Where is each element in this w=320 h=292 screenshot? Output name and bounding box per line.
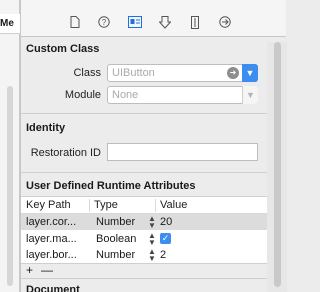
- section-divider: [21, 113, 267, 114]
- key-path-cell[interactable]: layer.ma...: [26, 233, 90, 245]
- help-icon[interactable]: ?: [97, 15, 111, 29]
- column-separator: [89, 199, 90, 212]
- tab-bar-divider: [20, 0, 21, 37]
- add-remove-bar: + —: [21, 263, 267, 277]
- inspector-tab-bar: ?: [20, 0, 286, 37]
- table-row[interactable]: layer.cor... Number ▲ ▼ 20: [21, 214, 267, 230]
- class-combo-box[interactable]: UIButton ➜ ▼: [107, 64, 258, 82]
- key-path-cell[interactable]: layer.cor...: [26, 216, 90, 228]
- column-header-key-path[interactable]: Key Path: [26, 199, 71, 211]
- connections-icon[interactable]: [218, 15, 232, 29]
- go-to-arrow-icon[interactable]: ➜: [227, 67, 239, 79]
- module-label: Module: [64, 89, 101, 101]
- chevron-down-icon[interactable]: ▼: [242, 86, 258, 104]
- type-stepper-icon[interactable]: ▲ ▼: [148, 215, 156, 230]
- type-stepper-icon[interactable]: ▲ ▼: [148, 248, 156, 263]
- value-cell[interactable]: 20: [160, 216, 172, 228]
- identity-inspector: Custom Class Class UIButton ➜ ▼ Module N…: [20, 37, 287, 292]
- value-cell[interactable]: 2: [160, 249, 166, 261]
- left-scrollbar[interactable]: [7, 86, 13, 286]
- runtime-attributes-title: User Defined Runtime Attributes: [26, 180, 196, 192]
- column-header-value[interactable]: Value: [160, 199, 187, 211]
- restoration-id-label: Restoration ID: [30, 147, 101, 159]
- runtime-attributes-table: Key Path Type Value layer.cor... Number …: [21, 196, 267, 264]
- column-header-type[interactable]: Type: [94, 199, 118, 211]
- inspector-scrollbar-track[interactable]: [267, 42, 287, 292]
- svg-text:?: ?: [102, 18, 107, 27]
- key-path-cell[interactable]: layer.bor...: [26, 249, 90, 261]
- document-title: Document: [26, 284, 80, 292]
- table-header: Key Path Type Value: [21, 197, 267, 214]
- class-label: Class: [73, 67, 101, 79]
- module-field-value: None: [112, 89, 139, 101]
- file-icon[interactable]: [68, 15, 82, 29]
- type-cell[interactable]: Boolean: [96, 233, 136, 245]
- add-attribute-button[interactable]: +: [26, 263, 33, 277]
- identity-icon[interactable]: [128, 15, 142, 29]
- identity-title: Identity: [26, 122, 66, 134]
- left-panel-tab[interactable]: Me: [0, 14, 20, 34]
- module-combo-box[interactable]: None ▼: [107, 86, 258, 104]
- table-row[interactable]: layer.bor... Number ▲ ▼ 2: [21, 247, 267, 263]
- table-row[interactable]: layer.ma... Boolean ▲ ▼ ✓: [21, 231, 267, 247]
- attributes-icon[interactable]: [158, 15, 172, 29]
- section-divider: [21, 278, 267, 279]
- column-separator: [155, 199, 156, 212]
- left-panel: Me: [0, 0, 20, 292]
- value-checkbox[interactable]: ✓: [160, 233, 171, 244]
- type-cell[interactable]: Number: [96, 216, 135, 228]
- section-divider: [21, 172, 267, 173]
- size-icon[interactable]: [188, 15, 202, 29]
- inspector-scrollbar-thumb[interactable]: [274, 42, 281, 287]
- custom-class-title: Custom Class: [26, 43, 100, 55]
- class-field-value: UIButton: [112, 67, 155, 79]
- remove-attribute-button[interactable]: —: [41, 263, 53, 277]
- type-cell[interactable]: Number: [96, 249, 135, 261]
- restoration-id-field[interactable]: [107, 143, 258, 161]
- chevron-down-icon[interactable]: ▼: [242, 64, 258, 82]
- type-stepper-icon[interactable]: ▲ ▼: [148, 232, 156, 247]
